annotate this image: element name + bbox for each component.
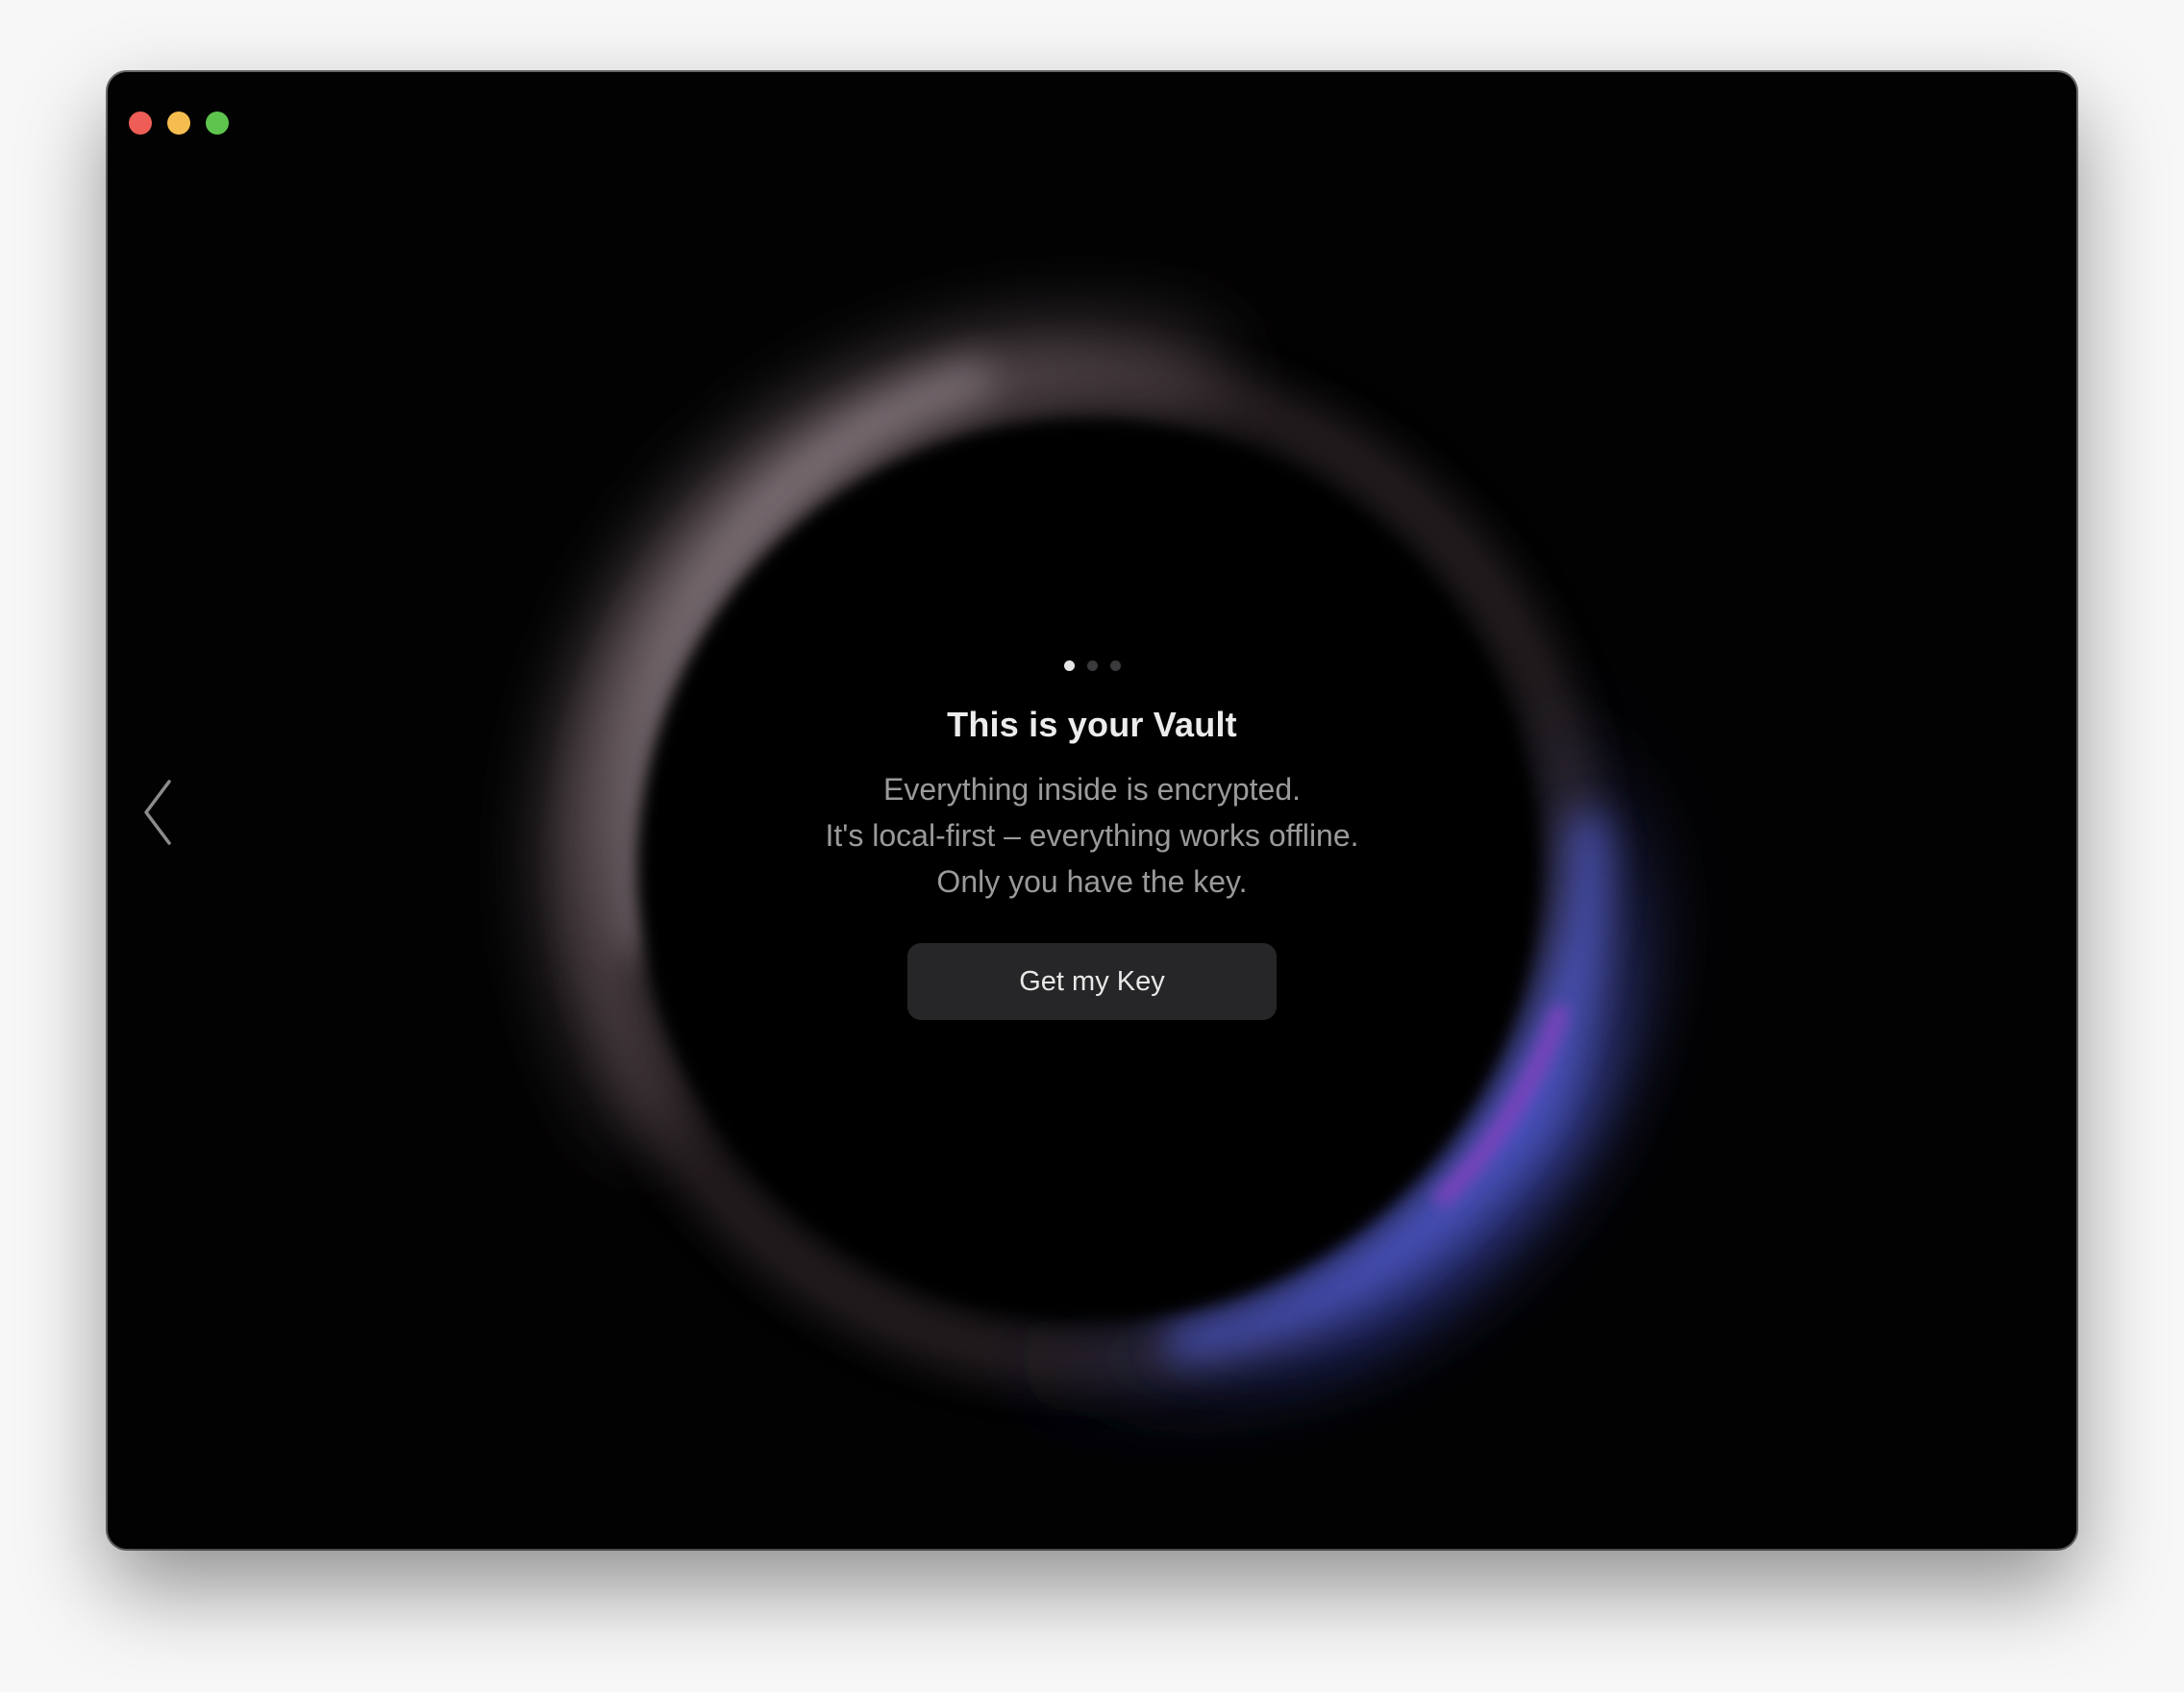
description-line: Only you have the key. [936, 864, 1248, 899]
maximize-window-button[interactable] [206, 112, 229, 135]
description-line: It's local-first – everything works offl… [825, 818, 1359, 853]
description: Everything inside is encrypted. It's loc… [611, 766, 1573, 905]
app-window: This is your Vault Everything inside is … [108, 72, 2076, 1549]
onboarding-panel: This is your Vault Everything inside is … [611, 659, 1573, 1020]
page-dot[interactable] [1109, 659, 1121, 671]
page-title: This is your Vault [947, 705, 1237, 744]
page-dot[interactable] [1063, 659, 1075, 671]
get-my-key-button[interactable]: Get my Key [907, 943, 1277, 1020]
window-controls [129, 112, 229, 135]
minimize-window-button[interactable] [167, 112, 190, 135]
close-window-button[interactable] [129, 112, 152, 135]
desktop: This is your Vault Everything inside is … [0, 0, 2184, 1692]
description-line: Everything inside is encrypted. [883, 772, 1301, 807]
page-dot[interactable] [1086, 659, 1098, 671]
page-indicator [611, 659, 1573, 672]
chevron-left-icon [144, 780, 171, 845]
back-button[interactable] [140, 774, 179, 851]
